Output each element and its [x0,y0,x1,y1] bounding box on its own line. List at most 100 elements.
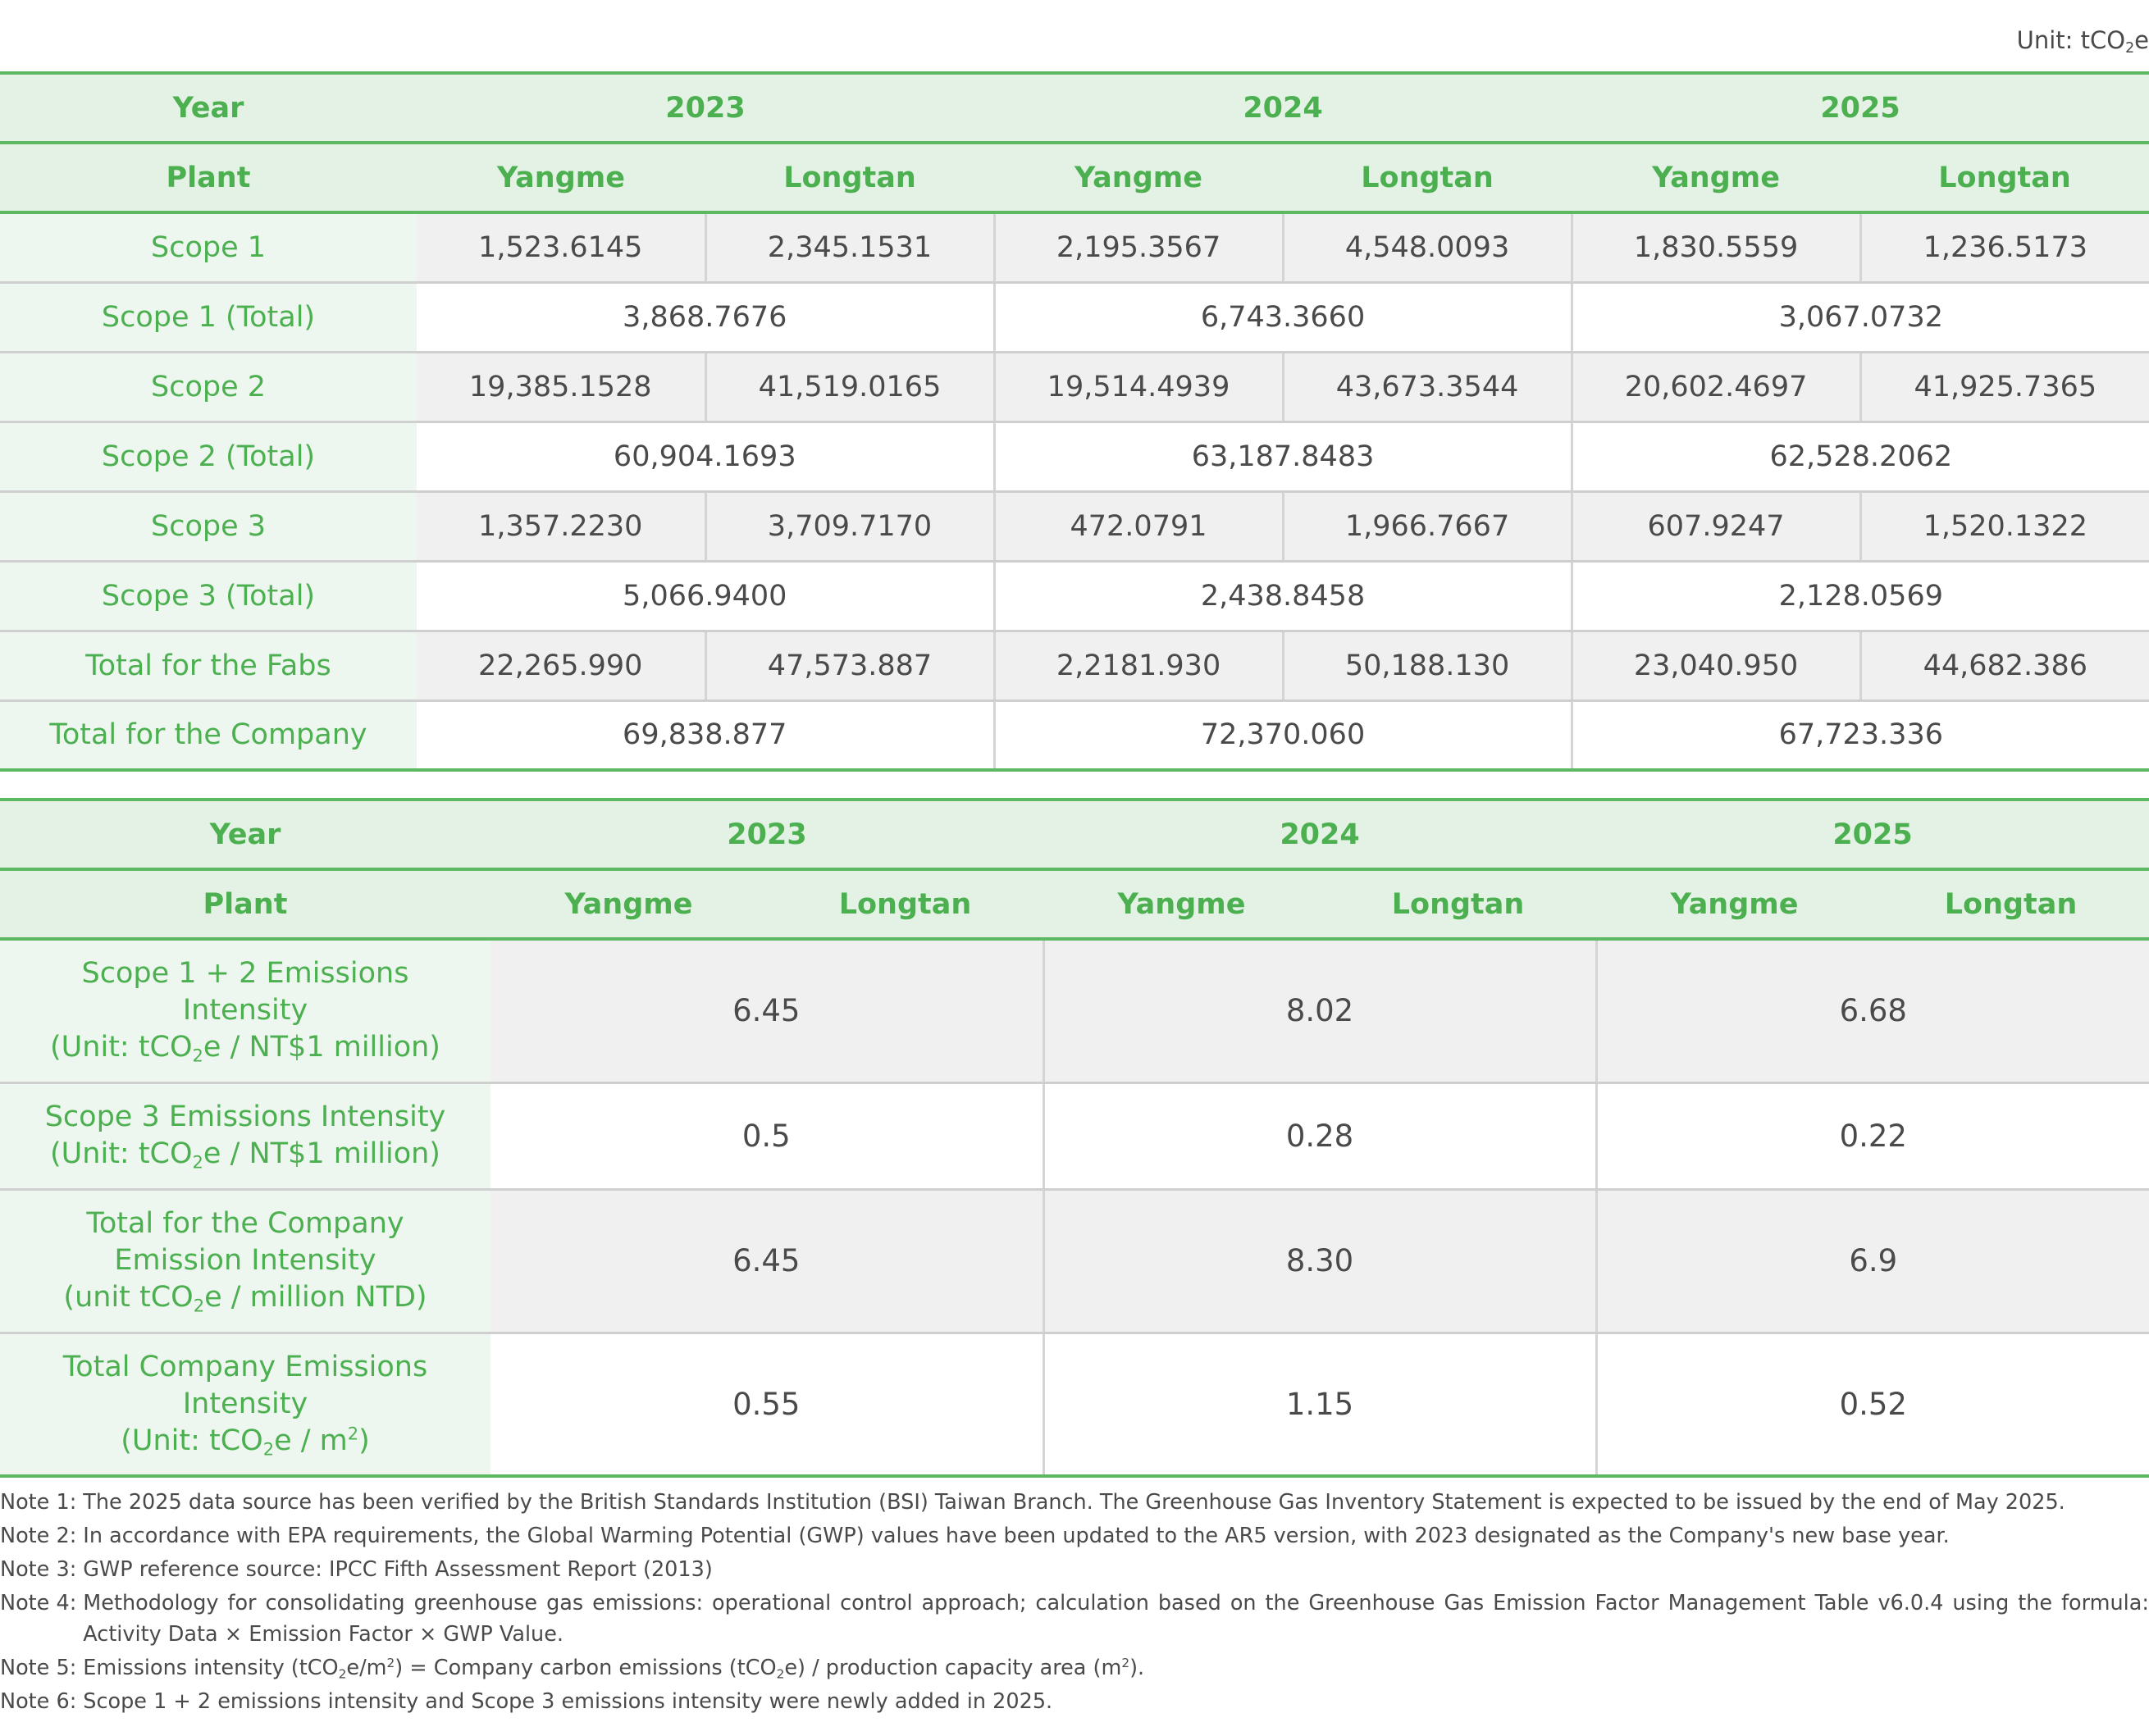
year-2024: 2024 [1043,798,1597,871]
value-cell: 6.45 [490,1189,1044,1334]
plant-name: Yangme [1043,869,1321,941]
plant-name: Yangme [994,143,1284,214]
value-cell: 6.68 [1595,939,2149,1084]
value-cell: 3,709.7170 [704,491,995,563]
note-label: Note 2: [0,1524,77,1548]
plant-name: Yangme [1572,143,1861,214]
plant-header-row: Plant Yangme Longtan Yangme Longtan Yang… [0,143,2149,214]
note-item: Note 6: Scope 1 + 2 emissions intensity a… [0,1686,2149,1717]
value-cell: 4,548.0093 [1281,212,1572,284]
value-cell: 1,966.7667 [1281,491,1572,563]
table-row: Scope 1 (Total) 3,868.7676 6,743.3660 3,067… [0,282,2149,353]
value-cell: 1,520.1322 [1859,491,2149,563]
value-cell: 6.9 [1595,1189,2149,1334]
value-cell: 72,370.060 [992,700,1572,772]
row-label: Total for the Company Emission Intensity (… [0,1189,490,1334]
table-row: Scope 2 19,385.1528 41,519.0165 19,514.4939… [0,352,2149,423]
value-cell: 5,066.9400 [417,561,995,632]
plant-name: Yangme [490,869,767,941]
value-cell: 3,868.7676 [417,282,995,353]
value-cell: 6,743.3660 [992,282,1572,353]
row-label-line: Emission Intensity [114,1244,376,1277]
note-text: In accordance with EPA requirements, the… [83,1524,1950,1548]
row-label: Scope 1 [0,212,417,284]
value-cell: 50,188.130 [1281,631,1572,702]
note-label: Note 6: [0,1689,77,1714]
value-cell: 19,385.1528 [417,352,705,423]
year-2023: 2023 [417,71,995,144]
note-text: GWP reference source: IPCC Fifth Assessm… [83,1557,713,1582]
row-label: Total for the Fabs [0,631,417,702]
plant-name: Longtan [767,869,1044,941]
value-cell: 19,514.4939 [992,352,1284,423]
value-cell: 472.0791 [992,491,1284,563]
value-cell: 1,357.2230 [417,491,705,563]
value-cell: 2,2181.930 [992,631,1284,702]
year-header: Year [0,798,490,871]
unit-label: Unit: tCO2e [2016,26,2149,57]
row-label: Total for the Company [0,700,417,772]
row-label: Scope 2 (Total) [0,421,417,493]
value-cell: 67,723.336 [1570,700,2149,772]
plant-name: Longtan [1873,869,2149,941]
year-2024: 2024 [994,71,1572,144]
row-unit-line: (Unit: tCO2e / NT$1 million) [50,1137,440,1173]
row-label-line: Intensity [182,1387,308,1420]
plant-name: Longtan [1283,143,1572,214]
value-cell: 0.52 [1595,1333,2149,1478]
value-cell: 41,925.7365 [1859,352,2149,423]
row-unit-line: (Unit: tCO2e / m2) [121,1424,370,1460]
value-cell: 1,830.5559 [1570,212,1861,284]
year-header-row: Year 2023 2024 2025 [0,71,2149,144]
note-label: Note 5: [0,1656,77,1680]
note-item: Note 4: Methodology for consolidating gre… [0,1588,2149,1650]
value-cell: 22,265.990 [417,631,705,702]
plant-name: Longtan [1860,143,2149,214]
value-cell: 47,573.887 [704,631,995,702]
row-label: Scope 2 [0,352,417,423]
value-cell: 2,438.8458 [992,561,1572,632]
value-cell: 0.28 [1042,1082,1597,1191]
value-cell: 2,128.0569 [1570,561,2149,632]
table-row: Scope 3 (Total) 5,066.9400 2,438.8458 2,128… [0,561,2149,632]
value-cell: 607.9247 [1570,491,1861,563]
year-header-row: Year 2023 2024 2025 [0,798,2149,871]
value-cell: 69,838.877 [417,700,995,772]
row-label-line: Total Company Emissions [62,1350,428,1383]
table-row: Scope 3 Emissions Intensity (Unit: tCO2e … [0,1082,2149,1191]
note-text: The 2025 data source has been verified b… [83,1490,2065,1515]
note-text: Emissions intensity (tCO2e/m2) = Company… [83,1655,1145,1682]
row-unit-line: (Unit: tCO2e / NT$1 million) [50,1031,440,1066]
value-cell: 6.45 [490,939,1044,1084]
row-label: Scope 1 (Total) [0,282,417,353]
value-cell: 1.15 [1042,1333,1597,1478]
table-row: Total Company Emissions Intensity (Unit: t… [0,1333,2149,1478]
value-cell: 23,040.950 [1570,631,1861,702]
value-cell: 20,602.4697 [1570,352,1861,423]
note-text: Scope 1 + 2 emissions intensity and Scop… [83,1689,1053,1714]
plant-name: Longtan [1320,869,1597,941]
year-2025: 2025 [1596,798,2149,871]
year-2025: 2025 [1572,71,2149,144]
plant-header: Plant [0,143,417,214]
value-cell: 60,904.1693 [417,421,995,493]
table-row: Scope 1 + 2 Emissions Intensity (Unit: tCO… [0,939,2149,1084]
value-cell: 43,673.3544 [1281,352,1572,423]
year-header: Year [0,71,417,144]
row-label: Scope 3 [0,491,417,563]
note-item: Note 3: GWP reference source: IPCC Fifth … [0,1554,2149,1585]
note-label: Note 1: [0,1490,77,1515]
value-cell: 8.30 [1042,1189,1597,1334]
value-cell: 2,345.1531 [704,212,995,284]
row-unit-line: (unit tCO2e / million NTD) [63,1281,427,1316]
value-cell: 1,523.6145 [417,212,705,284]
note-text: Methodology for consolidating greenhouse… [83,1591,2149,1647]
row-label: Scope 1 + 2 Emissions Intensity (Unit: tCO… [0,939,490,1084]
value-cell: 8.02 [1042,939,1597,1084]
plant-name: Yangme [417,143,705,214]
table-row: Total for the Company 69,838.877 72,370.06… [0,700,2149,772]
note-label: Note 3: [0,1557,77,1582]
plant-header: Plant [0,869,490,941]
note-label: Note 4: [0,1591,77,1615]
value-cell: 44,682.386 [1859,631,2149,702]
